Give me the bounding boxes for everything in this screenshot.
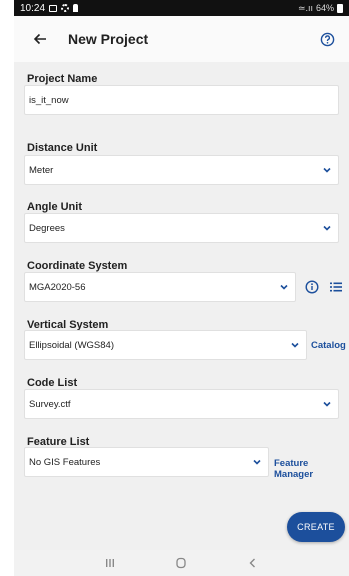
project-name-input[interactable]: is_it_now [24, 85, 339, 115]
app-bar: New Project [14, 16, 349, 62]
chevron-down-icon [280, 284, 288, 290]
help-button[interactable] [315, 27, 339, 51]
arrow-left-icon [33, 33, 46, 45]
recent-apps-button[interactable] [95, 552, 125, 574]
chevron-down-icon [291, 342, 299, 348]
status-time: 10:24 [20, 2, 46, 14]
battery-level: 64% [315, 3, 334, 13]
system-nav-bar [14, 550, 349, 576]
image-icon [49, 4, 58, 12]
code-list-label: Code List [27, 377, 78, 389]
chevron-left-icon [249, 558, 256, 568]
coordinate-system-label: Coordinate System [27, 260, 128, 272]
coordinate-list-button[interactable] [327, 278, 345, 296]
chevron-down-icon [323, 401, 331, 407]
back-button[interactable] [22, 21, 58, 57]
back-nav-button[interactable] [238, 552, 268, 574]
angle-unit-select[interactable]: Degrees [24, 213, 339, 243]
chevron-down-icon [323, 167, 331, 173]
chevron-down-icon [323, 225, 331, 231]
status-bar: 10:24 ≃.ıı 64% [14, 0, 349, 16]
code-list-value: Survey.ctf [29, 398, 71, 410]
project-name-value: is_it_now [29, 94, 69, 106]
distance-unit-select[interactable]: Meter [24, 155, 339, 185]
coordinate-info-button[interactable] [303, 278, 321, 296]
home-icon [176, 557, 187, 569]
catalog-link[interactable]: Catalog [311, 340, 346, 351]
feature-list-value: No GIS Features [29, 456, 101, 468]
project-name-label: Project Name [27, 73, 98, 85]
info-icon [305, 280, 319, 294]
feature-manager-link[interactable]: Feature Manager [274, 458, 349, 480]
recent-apps-icon [105, 559, 114, 567]
coordinate-system-value: MGA2020-56 [29, 281, 86, 293]
vertical-system-select[interactable]: Ellipsoidal (WGS84) [24, 330, 307, 360]
code-list-select[interactable]: Survey.ctf [24, 389, 339, 419]
angle-unit-value: Degrees [29, 222, 65, 234]
angle-unit-label: Angle Unit [27, 201, 82, 213]
coordinate-system-select[interactable]: MGA2020-56 [24, 272, 296, 302]
settings-icon [61, 4, 70, 12]
vertical-system-value: Ellipsoidal (WGS84) [29, 339, 114, 351]
form-content: Project Name is_it_now Distance Unit Met… [14, 62, 349, 550]
feature-list-select[interactable]: No GIS Features [24, 447, 269, 477]
distance-unit-value: Meter [29, 164, 54, 176]
home-button[interactable] [166, 552, 196, 574]
distance-unit-label: Distance Unit [27, 142, 98, 154]
battery-icon [337, 3, 343, 13]
help-circle-icon [320, 32, 334, 46]
page-title: New Project [68, 31, 149, 47]
create-button[interactable]: CREATE [287, 512, 345, 542]
person-icon [73, 4, 79, 12]
signal-indicator: ≃.ıı [297, 2, 313, 13]
list-icon [330, 282, 342, 292]
chevron-down-icon [253, 459, 261, 465]
